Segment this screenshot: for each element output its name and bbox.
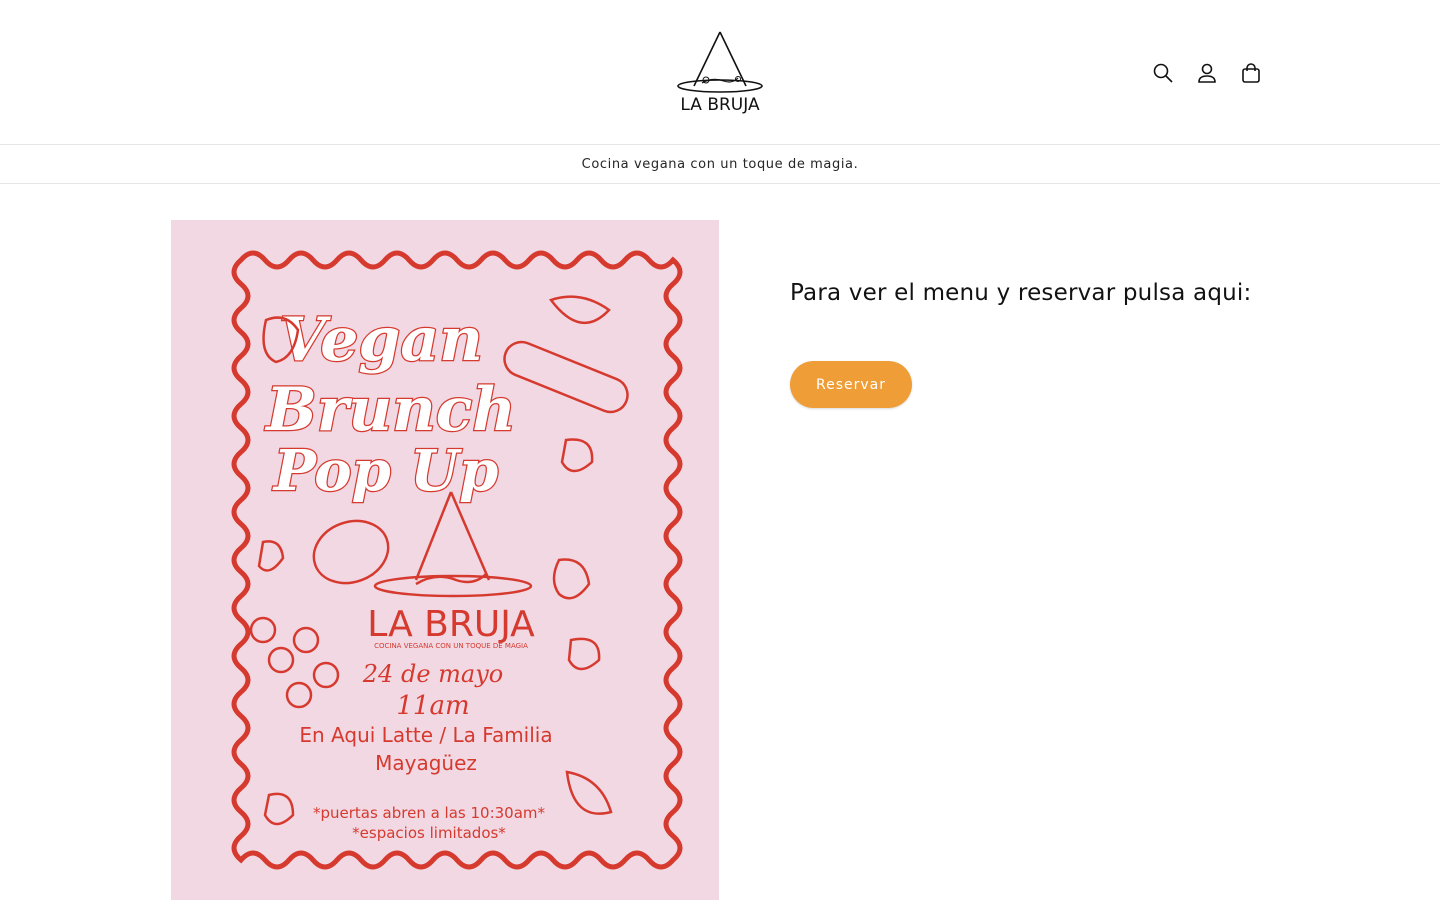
witch-hat-logo-icon: LA BRUJA [677,31,763,114]
search-button[interactable] [1146,56,1180,90]
announcement-text: Cocina vegana con un toque de magia. [581,156,859,172]
brand-logo[interactable]: LA BRUJA [672,28,768,114]
promo-text: Para ver el menu y reservar pulsa aqui: [790,280,1252,306]
poster-brand: LA BRUJA [367,604,535,645]
poster-title-line-2: Brunch [264,375,516,445]
poster-time: 11am [396,691,469,721]
strawberry-icon-2 [552,558,591,600]
announcement-bar: Cocina vegana con un toque de magia. [0,145,1440,184]
account-button[interactable] [1190,56,1224,90]
poster-note-2: *espacios limitados* [352,824,506,842]
orange-slice-icon [548,295,611,325]
almond-icon-4 [263,792,295,826]
poster-location-line-2: Mayagüez [375,751,477,775]
reservar-button[interactable]: Reservar [790,361,912,408]
poster-note-1: *puertas abren a las 10:30am* [313,804,546,822]
poster-tagline: COCINA VEGANA CON UN TOQUE DE MAGIA [374,642,528,650]
almond-icon [560,438,594,473]
poster-hat-logo-icon [373,491,533,598]
orange-slice-icon-2 [565,770,613,815]
poster-date: 24 de mayo [362,660,503,688]
poster-title-line-3: Pop Up [272,438,499,504]
poster-location-line-1: En Aqui Latte / La Familia [299,723,552,747]
almond-icon-2 [257,540,285,572]
account-icon [1198,63,1216,83]
poster-title-line-1: Vegan [279,305,483,375]
cart-button[interactable] [1234,56,1268,90]
site-header: LA BRUJA [0,0,1440,145]
baguette-icon [503,340,629,414]
event-poster-image: Vegan Brunch Pop Up LA BRUJA COCINA VEGA… [171,220,719,900]
search-icon [1153,63,1173,83]
logo-text: LA BRUJA [680,95,760,114]
almond-icon-3 [567,637,601,671]
cart-icon [1242,63,1260,83]
main-content: Vegan Brunch Pop Up LA BRUJA COCINA VEGA… [0,184,1440,900]
header-icons [1146,56,1268,90]
tomato-icon [249,616,277,644]
poster-artwork: Vegan Brunch Pop Up LA BRUJA COCINA VEGA… [231,250,683,870]
